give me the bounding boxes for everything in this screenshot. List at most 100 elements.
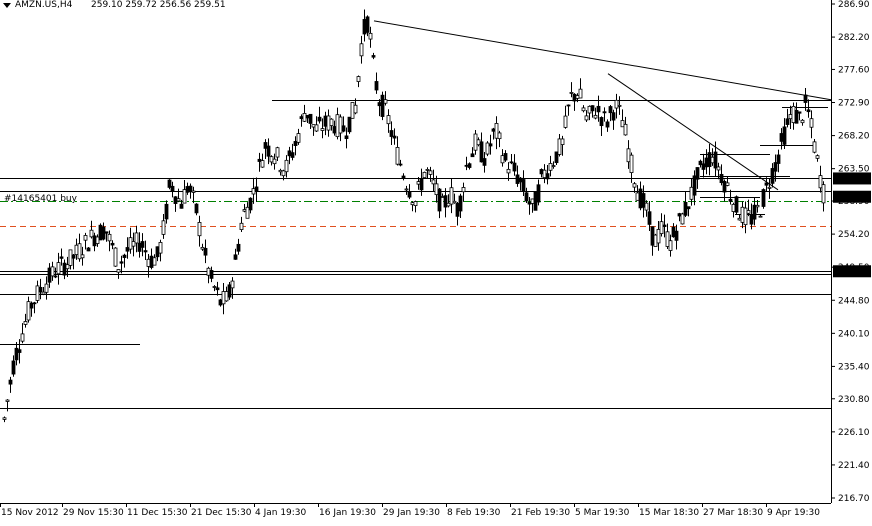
candle-body — [290, 152, 295, 158]
symbol-label: AMZN.US,H4 — [15, 0, 73, 10]
candle-body — [566, 104, 571, 107]
candle-body — [377, 102, 382, 107]
candle-body — [245, 206, 250, 219]
candle-body — [617, 104, 622, 107]
candle-body — [89, 229, 94, 238]
candle-body — [527, 201, 532, 205]
candle-body — [665, 231, 670, 247]
candle-body — [635, 192, 640, 201]
candle-body — [269, 156, 274, 163]
candle-body — [179, 203, 184, 209]
candle-body — [575, 95, 580, 99]
price-tag-label: 262.11 — [838, 174, 870, 184]
candle-body — [701, 163, 706, 170]
candle-body — [212, 286, 217, 288]
candle-body — [710, 156, 715, 164]
candle-body — [503, 153, 508, 161]
candle-body — [113, 247, 118, 267]
time-tick-label: 8 Feb 19:30 — [447, 508, 501, 518]
candle-body — [401, 175, 406, 179]
time-tick-label: 15 Mar 18:30 — [639, 508, 699, 518]
candle-body — [17, 349, 22, 353]
candle-body — [476, 139, 481, 146]
candle-body — [161, 220, 166, 235]
candle-body — [653, 234, 658, 247]
candle-body — [620, 120, 625, 128]
candle-body — [284, 159, 289, 173]
candle-body — [584, 115, 589, 121]
time-tick-label: 11 Dec 15:30 — [127, 508, 188, 518]
candle-body — [482, 158, 487, 166]
candle-body — [689, 186, 694, 200]
candle-body — [818, 175, 823, 189]
candle-body — [257, 158, 262, 162]
candle-body — [548, 163, 553, 171]
candle-body — [224, 291, 229, 302]
candle-body — [557, 138, 562, 155]
candle-body — [641, 193, 646, 208]
candle-body — [494, 123, 499, 139]
candle-body — [626, 148, 631, 163]
candle-body — [149, 255, 154, 268]
candle-body — [782, 126, 787, 145]
candle-body — [326, 115, 331, 131]
candle-body — [695, 167, 700, 180]
candle-body — [191, 190, 196, 193]
candle-body — [62, 262, 67, 276]
candle-body — [266, 145, 271, 157]
candle-body — [791, 106, 796, 124]
candle-body — [38, 286, 43, 293]
candle-body — [449, 187, 454, 205]
candle-body — [272, 158, 277, 165]
price-tick-label: 268.20 — [838, 132, 870, 142]
candle-body — [47, 267, 52, 283]
candle-body — [338, 116, 343, 134]
candle-body — [539, 169, 544, 175]
candle-body — [56, 262, 61, 275]
candle-body — [572, 93, 577, 102]
candle-body — [320, 128, 325, 131]
candle-body — [443, 195, 448, 208]
candle-body — [455, 203, 460, 217]
candle-body — [704, 157, 709, 168]
candle-body — [173, 196, 178, 204]
candle-body — [59, 256, 64, 259]
candle-body — [203, 247, 208, 256]
candle-body — [32, 302, 37, 305]
candle-body — [518, 177, 523, 183]
price-chart[interactable]: 286.90282.20277.60272.90268.20263.50258.… — [0, 0, 872, 526]
chart-container[interactable]: 286.90282.20277.60272.90268.20263.50258.… — [0, 0, 872, 526]
candle-body — [716, 166, 721, 171]
candle-body — [428, 170, 433, 175]
candle-body — [281, 170, 286, 177]
candle-body — [125, 247, 130, 252]
candle-body — [170, 185, 175, 192]
candle-body — [374, 81, 379, 91]
price-tick-label: 235.40 — [838, 362, 870, 372]
candle-body — [413, 201, 418, 207]
candle-body — [392, 135, 397, 139]
price-tick-label: 272.90 — [838, 99, 870, 109]
candle-body — [722, 180, 727, 193]
time-tick-label: 27 Mar 18:30 — [703, 508, 763, 518]
candle-body — [335, 114, 340, 138]
candle-body — [344, 135, 349, 140]
candle-body — [128, 237, 133, 250]
price-tick-label: 286.90 — [838, 0, 870, 10]
candle-body — [65, 264, 70, 270]
candle-body — [209, 270, 214, 279]
candle-body — [683, 201, 688, 216]
candle-body — [761, 189, 766, 207]
candle-body — [614, 99, 619, 109]
time-tick-label: 21 Dec 15:30 — [191, 508, 252, 518]
candle-body — [188, 185, 193, 192]
candle-body — [605, 121, 610, 128]
candle-body — [362, 19, 367, 35]
candle-body — [254, 186, 259, 192]
candle-body — [440, 196, 445, 198]
candle-body — [611, 112, 616, 121]
price-tick-label: 240.10 — [838, 329, 870, 339]
candle-body — [602, 111, 607, 114]
candle-body — [236, 243, 241, 252]
candle-body — [488, 143, 493, 147]
